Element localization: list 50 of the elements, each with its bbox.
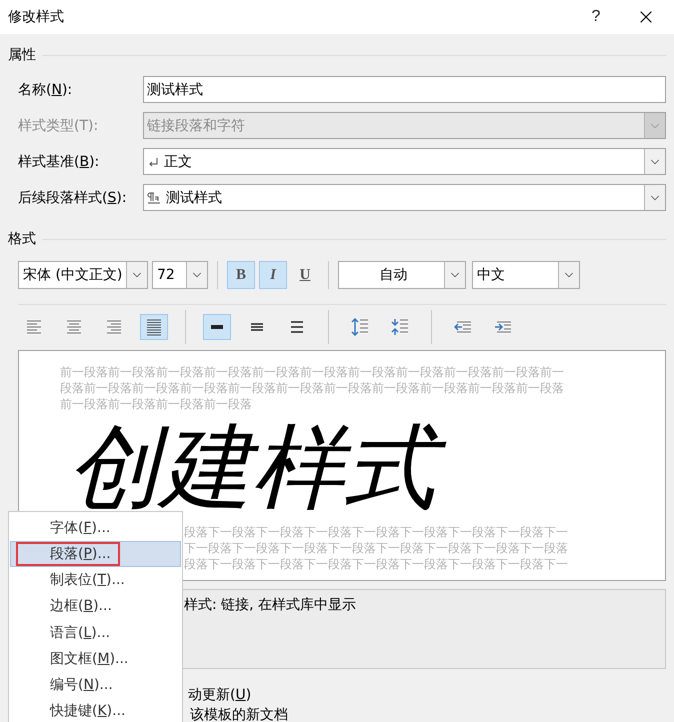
font-size-dropdown[interactable]: 72 [152,261,208,289]
space-down-icon [391,318,409,336]
section-heading: 属性 [8,46,36,64]
style-name: 测试样式 [166,188,222,206]
underline-button[interactable]: U [291,261,319,289]
bold-button[interactable]: B [227,261,255,289]
window-title: 修改样式 [8,8,65,26]
style-name: 正文 [164,152,192,170]
preview-text-line: 下一段落下一段落下一段落下一段落下一段落下一段落下一段落下一段落 [184,540,569,556]
paragraph-mark-icon [147,156,159,168]
align-left-icon [25,318,43,336]
preview-text-line: 段落前一段落前一段落前一段落前一段落前一段落前一段落前一段落前一段落前一段落前一段落 [60,380,565,396]
menu-item[interactable]: 制表位(T)... [10,567,181,594]
preview-text-line: 前一段落前一段落前一段落前一段落前一段落前一段落前一段落前一段落前一段落前一段落前一 [60,364,565,380]
field-label: 样式类型(T): [18,116,100,134]
section-heading: 格式 [8,230,36,248]
justify-icon [145,318,163,336]
menu-item[interactable]: 段落(P)... [10,541,181,568]
style-dropdown[interactable]: 测试样式 [143,184,666,211]
one-half-icon [250,323,264,331]
field-label: 名称(N): [18,80,74,98]
style-description: 样式: 链接, 在样式库中显示 [184,597,356,613]
name-field[interactable]: 测试样式 [143,76,666,103]
preview-text-line: 段落下一段落下一段落下一段落下一段落下一段落下一段落下一段落下一 [184,556,569,572]
style-type-value: 链接段落和字符 [147,116,245,134]
space-up-icon [351,318,369,336]
menu-item[interactable]: 边框(B)... [10,593,181,620]
menu-item[interactable]: 快捷键(K)... [10,698,181,722]
single-icon [210,324,224,330]
font-dropdown[interactable]: 宋体 (中文正文) [18,261,148,289]
menu-item[interactable]: 图文框(M)... [10,646,181,672]
language-dropdown[interactable]: 中文 [472,261,580,289]
preview-text-line: 前一段落前一段落前一段落前一段落 [60,396,253,412]
italic-button[interactable]: I [259,261,287,289]
field-label: 样式基准(B): [18,152,100,170]
option-label: 该模板的新文档 [190,706,289,722]
align-right-icon [105,318,123,336]
preview-text-line: 段落下一段落下一段落下一段落下一段落下一段落下一段落下一段落下一 [184,524,569,540]
menu-item[interactable]: 语言(L)... [10,620,181,646]
field-label: 后续段落样式(S): [18,188,128,206]
color-dropdown[interactable]: 自动 [338,261,466,289]
help-button[interactable]: ? [576,8,616,26]
style-dropdown[interactable]: 正文 [143,148,666,175]
linked-style-icon [147,192,161,204]
menu-item[interactable]: 编号(N)... [10,672,181,698]
double-icon [290,321,304,333]
single-button[interactable] [203,314,231,340]
justify-button[interactable] [140,314,168,340]
option-label: 动更新(U) [188,686,252,704]
align-center-icon [65,318,83,336]
